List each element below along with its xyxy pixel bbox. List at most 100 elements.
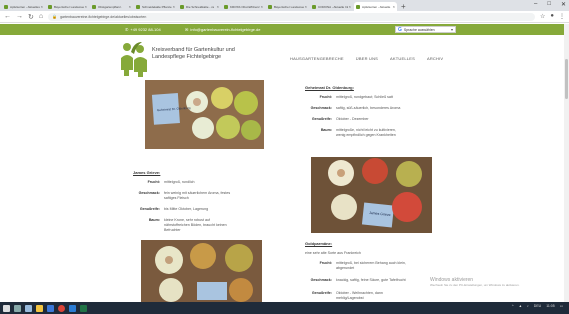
favicon-icon <box>356 4 360 9</box>
close-tab-icon[interactable]: × <box>129 4 131 9</box>
row-label: Baum: <box>320 128 332 132</box>
browser-tab[interactable]: Apfelsorten - Aktuelle × <box>354 2 397 11</box>
clock[interactable]: 11:05 <box>546 304 555 308</box>
volume-icon[interactable]: ♪ <box>527 304 529 308</box>
row-value: kleine Krone, sehr robust auf nährstoffr… <box>164 218 227 232</box>
site-logo[interactable] <box>118 40 150 78</box>
nav-item-aktuelles[interactable]: AKTUELLES <box>390 56 415 61</box>
oldenburg-row-geschmack: Geschmack: saftig, süß-säuerlich, besond… <box>308 106 406 111</box>
window-controls: – □ ✕ <box>534 1 566 8</box>
browser-tab[interactable]: Die Schneidkalte - vs × <box>178 2 221 11</box>
oldenburg-row-genussreife: Genußreife: Oktober - Dezember <box>308 117 406 122</box>
tab-title: Bayerischer Landesver. <box>274 4 304 9</box>
close-tab-icon[interactable]: × <box>261 4 263 9</box>
close-tab-icon[interactable]: × <box>173 4 175 9</box>
task-view-icon[interactable] <box>25 304 32 312</box>
new-tab-icon[interactable]: + <box>401 2 406 11</box>
google-translate-icon: G <box>398 26 402 33</box>
favicon-icon <box>4 4 8 9</box>
input-language[interactable]: DEU <box>534 304 541 308</box>
phone-icon: ✆ <box>125 27 129 32</box>
nav-item-hausgarten[interactable]: HAUSGARTENGEBRECHE <box>290 56 344 61</box>
row-value: saftig, süß-säuerlich, besonderes Aroma <box>336 106 401 110</box>
variety-title-oldenburg: Geheimrat Dr. Oldenburg: <box>305 85 354 90</box>
row-label: Geschmack: <box>310 278 332 282</box>
search-icon[interactable] <box>14 304 21 312</box>
url-text: gartenbauvereine-fichtelgebirge.de/aktue… <box>60 14 147 19</box>
minimize-icon[interactable]: – <box>534 1 537 8</box>
grieve-row-baum: Baum: kleine Krone, sehr robust auf nähr… <box>136 218 234 233</box>
chevron-down-icon: ▾ <box>450 27 453 32</box>
scrollbar-thumb[interactable] <box>565 59 568 99</box>
favicon-icon <box>312 4 316 9</box>
close-tab-icon[interactable]: × <box>41 4 43 9</box>
nav-item-archiv[interactable]: ARCHIV <box>427 56 443 61</box>
browser-tab[interactable]: Apfelsorten - Aktuelles × <box>2 2 45 11</box>
contact-bar: ✆ +49 9232 88-104 ✉ info@gartenbauverein… <box>0 24 569 35</box>
row-label: Frucht: <box>147 180 160 184</box>
windows-taskbar: ^ ▲ ♪ DEU 11:05 ▭ <box>0 302 569 314</box>
browser-tab[interactable]: Obstgartenpflanz. × <box>90 2 133 11</box>
grieve-row-genussreife: Genußreife: bis Mitte Oktober, Lagerung <box>136 207 234 212</box>
page-scrollbar[interactable] <box>564 24 569 302</box>
excel-icon[interactable] <box>80 304 87 312</box>
browser-tab[interactable]: Bayerischer Landesver. × <box>266 2 309 11</box>
language-select[interactable]: G Sprache auswählen ▾ <box>395 26 456 33</box>
forward-icon[interactable]: → <box>16 13 23 20</box>
browser-tab[interactable]: CORONA - Aktuelle Inf. × <box>310 2 353 11</box>
file-explorer-icon[interactable] <box>36 304 43 312</box>
chrome-icon[interactable] <box>58 304 65 312</box>
row-label: Geschmack: <box>138 191 160 195</box>
reload-icon[interactable]: ↻ <box>28 13 34 21</box>
favicon-icon <box>180 4 184 9</box>
close-tab-icon[interactable]: × <box>393 4 395 9</box>
profile-icon[interactable]: ● <box>550 13 554 20</box>
browser-tab[interactable]: KROSS Obst Effizienz × <box>222 2 265 11</box>
nav-item-ueber-uns[interactable]: ÜBER UNS <box>356 56 378 61</box>
close-window-icon[interactable]: ✕ <box>561 1 566 8</box>
menu-icon[interactable]: ⋮ <box>559 13 565 20</box>
row-value: knackig, saftig, feine Säure, gute Tafel… <box>336 278 406 282</box>
phone-number: +49 9232 88-104 <box>130 27 161 32</box>
close-tab-icon[interactable]: × <box>349 4 351 9</box>
close-tab-icon[interactable]: × <box>305 4 307 9</box>
star-icon[interactable]: ☆ <box>540 13 545 20</box>
mail-app-icon[interactable] <box>47 304 54 312</box>
row-value: mittelgroß, rundgebaut; Schließ satt <box>336 95 393 99</box>
row-value: Oktober - Weihnachten, dann mehlig/Lager… <box>336 291 383 300</box>
maximize-icon[interactable]: □ <box>547 1 551 8</box>
goldparmaene-row-geschmack: Geschmack: knackig, saftig, feine Säure,… <box>308 278 406 283</box>
network-icon[interactable]: ▲ <box>519 304 522 308</box>
goldparmaene-row-genussreife: Genußreife: Oktober - Weihnachten, dann … <box>308 291 406 301</box>
browser-toolbar: ← → ↻ ⌂ 🔒 gartenbauvereine-fichtelgebirg… <box>0 11 569 23</box>
favicon-icon <box>136 4 140 9</box>
close-tab-icon[interactable]: × <box>85 4 87 9</box>
language-label: Sprache auswählen <box>403 27 435 32</box>
tab-title: CORONA - Aktuelle Inf. <box>318 4 348 9</box>
browser-tabstrip: Apfelsorten - Aktuelles × Bayerischer Land… <box>0 0 569 11</box>
favicon-icon <box>224 4 228 9</box>
tab-title: Die Schneidkalte - vs <box>186 4 215 9</box>
address-bar[interactable]: 🔒 gartenbauvereine-fichtelgebirge.de/akt… <box>48 12 535 21</box>
row-label: Baum: <box>148 218 160 222</box>
phone-link[interactable]: ✆ +49 9232 88-104 <box>125 27 161 32</box>
chevron-up-icon[interactable]: ^ <box>512 304 514 308</box>
browser-tab[interactable]: Bayerischer Landesver. × <box>46 2 89 11</box>
row-value: mittelgroße, nicht leicht zu kultivieren… <box>336 128 396 137</box>
home-icon[interactable]: ⌂ <box>39 13 43 20</box>
browser-tab[interactable]: Schneidekalte Pflanze × <box>134 2 177 11</box>
row-label: Genußreife: <box>139 207 160 211</box>
organization-name: Kreisverband für Gartenkultur und Landes… <box>152 47 235 61</box>
grieve-row-frucht: Frucht: mittelgroß, rundlich <box>136 180 234 185</box>
close-tab-icon[interactable]: × <box>217 4 219 9</box>
tab-title: Apfelsorten - Aktuelles <box>10 4 40 9</box>
favicon-icon <box>268 4 272 9</box>
notifications-icon[interactable]: ▭ <box>560 304 563 308</box>
start-icon[interactable] <box>3 304 10 312</box>
apple-photo-oldenburg: Geheimrat Dr. Oldenburg <box>145 80 264 149</box>
word-icon[interactable] <box>69 304 76 312</box>
back-icon[interactable]: ← <box>4 13 11 20</box>
email-link[interactable]: ✉ info@gartenbauverein-fichtelgebirge.de <box>185 27 260 32</box>
goldparmaene-intro: eine sehr alte Sorte aus Frankreich <box>305 251 361 255</box>
oldenburg-row-baum: Baum: mittelgroße, nicht leicht zu kulti… <box>308 128 406 138</box>
